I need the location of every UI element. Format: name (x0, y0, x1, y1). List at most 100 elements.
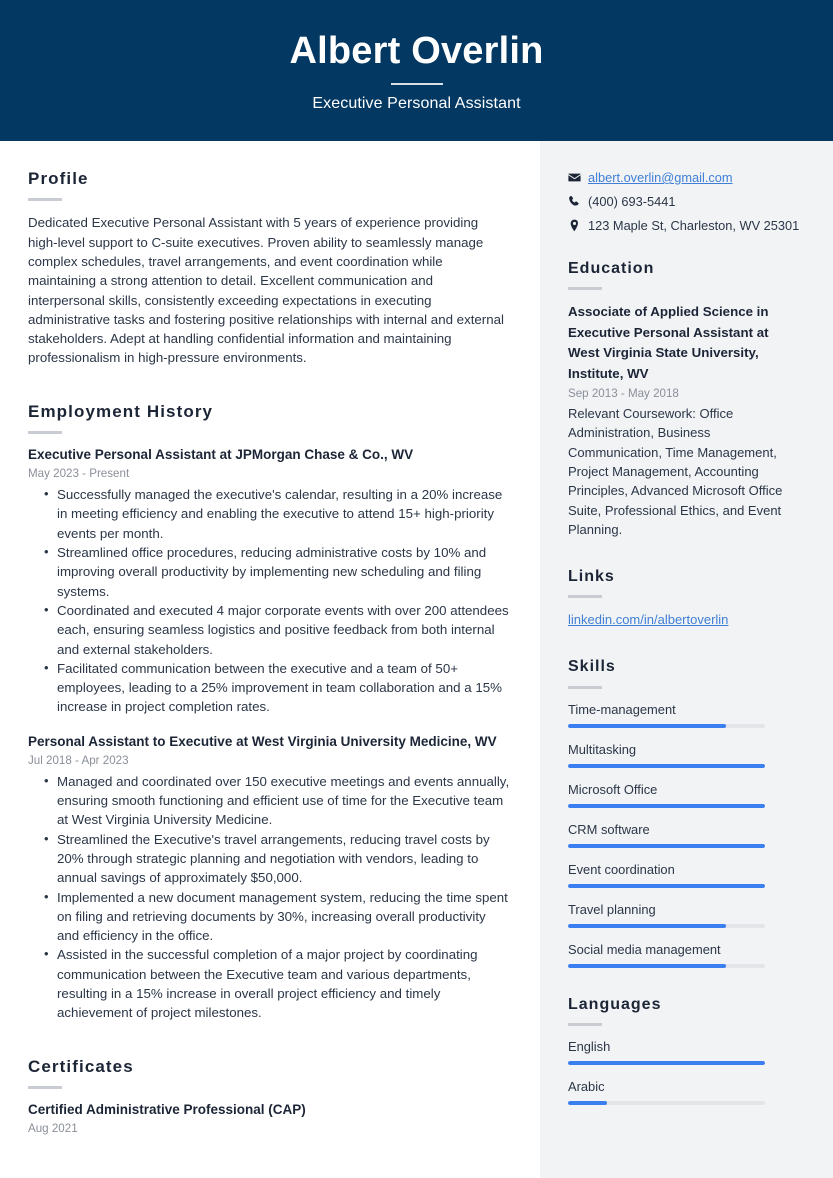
skill-bar-fill (568, 843, 765, 848)
language-bar-fill (568, 1100, 608, 1105)
employment-entry-title: Personal Assistant to Executive at West … (28, 733, 497, 749)
skills-heading: Skills (568, 658, 616, 676)
location-pin-icon (568, 217, 588, 232)
address-text: 123 Maple St, Charleston, WV 25301 (588, 218, 800, 233)
email-link[interactable]: albert.overlin@gmail.com (588, 169, 733, 187)
heading-divider (568, 287, 602, 291)
employment-entry-date: May 2023 - Present (28, 467, 130, 481)
language-item: Arabic (568, 1078, 803, 1105)
language-label: English (568, 1038, 611, 1054)
education-description: Relevant Coursework: Office Administrati… (568, 406, 783, 537)
heading-divider (28, 1085, 62, 1089)
link-item-linkedin[interactable]: linkedin.com/in/albertoverlin (568, 610, 803, 629)
candidate-name: Albert Overlin (289, 30, 544, 73)
employment-entry-title: Executive Personal Assistant at JPMorgan… (28, 447, 414, 463)
skill-bar-fill (568, 883, 765, 888)
skill-bar-track (568, 923, 765, 928)
resume-header: Albert Overlin Executive Personal Assist… (0, 0, 833, 141)
contact-row-email: albert.overlin@gmail.com (568, 169, 803, 187)
list-item: Streamlined the Executive's travel arran… (44, 829, 510, 888)
heading-divider (568, 595, 602, 599)
skill-label: Multitasking (568, 741, 637, 757)
sidebar-column: albert.overlin@gmail.com (400) 693-5441 (540, 141, 833, 1178)
section-links: Links linkedin.com/in/albertoverlin (568, 567, 803, 629)
languages-heading: Languages (568, 995, 662, 1013)
skill-bar-fill (568, 803, 765, 808)
skill-item: Social media management (568, 941, 803, 968)
section-profile: Profile Dedicated Executive Personal Ass… (28, 169, 510, 368)
skill-bar-track (568, 963, 765, 968)
section-certificates: Certificates Certified Administrative Pr… (28, 1057, 510, 1137)
list-item: Facilitated communication between the ex… (44, 658, 510, 717)
language-bar-fill (568, 1060, 765, 1065)
profile-text: Dedicated Executive Personal Assistant w… (28, 215, 504, 366)
list-item: Streamlined office procedures, reducing … (44, 542, 510, 601)
resume-document: Albert Overlin Executive Personal Assist… (0, 0, 833, 1178)
contact-row-phone: (400) 693-5441 (568, 193, 803, 211)
skill-label: Event coordination (568, 861, 675, 877)
education-date: Sep 2013 - May 2018 (568, 387, 679, 401)
phone-number: (400) 693-5441 (588, 194, 676, 209)
employment-entry-bullets: Managed and coordinated over 150 executi… (28, 771, 510, 1023)
links-heading: Links (568, 568, 615, 586)
education-heading: Education (568, 260, 655, 277)
language-label: Arabic (568, 1078, 605, 1094)
section-languages: Languages English Arabic (568, 995, 803, 1105)
skill-bar-track (568, 803, 765, 808)
heading-divider (28, 198, 62, 202)
list-item: Implemented a new document management sy… (44, 887, 510, 946)
employment-entry: Executive Personal Assistant at JPMorgan… (28, 446, 510, 717)
profile-heading: Profile (28, 169, 89, 188)
employment-entry-bullets: Successfully managed the executive's cal… (28, 484, 510, 717)
skill-item: Microsoft Office (568, 781, 803, 808)
skill-bar-fill (568, 723, 726, 728)
skill-label: Social media management (568, 941, 721, 957)
list-item: Assisted in the successful completion of… (44, 944, 510, 1022)
heading-divider (28, 431, 62, 435)
skill-bar-track (568, 843, 765, 848)
skill-bar-fill (568, 763, 765, 768)
skill-item: Travel planning (568, 901, 803, 928)
links-list: linkedin.com/in/albertoverlin (568, 610, 803, 629)
skill-bar-track (568, 763, 765, 768)
skill-label: Microsoft Office (568, 781, 658, 797)
education-degree: Associate of Applied Science in Executiv… (568, 304, 769, 381)
language-item: English (568, 1038, 803, 1065)
candidate-job-title: Executive Personal Assistant (312, 94, 521, 112)
phone-icon (568, 193, 588, 208)
certificate-entry: Certified Administrative Professional (C… (28, 1101, 510, 1137)
skill-label: Travel planning (568, 901, 656, 917)
employment-heading: Employment History (28, 401, 214, 421)
skill-bar-fill (568, 963, 726, 968)
skill-item: CRM software (568, 821, 803, 848)
skill-item: Event coordination (568, 861, 803, 888)
section-employment-history: Employment History Executive Personal As… (28, 402, 510, 1023)
skill-item: Multitasking (568, 741, 803, 768)
heading-divider (568, 1022, 602, 1026)
list-item: Coordinated and executed 4 major corpora… (44, 600, 510, 659)
certificate-title: Certified Administrative Professional (C… (28, 1101, 306, 1117)
language-bar-track (568, 1060, 765, 1065)
contact-list: albert.overlin@gmail.com (400) 693-5441 (568, 169, 803, 235)
envelope-icon (568, 169, 588, 184)
section-education: Education Associate of Applied Science i… (568, 259, 803, 539)
certificates-heading: Certificates (28, 1056, 134, 1076)
skill-bar-track (568, 723, 765, 728)
resume-body: Profile Dedicated Executive Personal Ass… (0, 141, 833, 1178)
list-item: Successfully managed the executive's cal… (44, 484, 510, 543)
skill-label: CRM software (568, 821, 650, 837)
language-bar-track (568, 1100, 765, 1105)
list-item: Managed and coordinated over 150 executi… (44, 771, 510, 830)
main-column: Profile Dedicated Executive Personal Ass… (0, 141, 540, 1178)
skill-bar-fill (568, 923, 726, 928)
employment-entry-date: Jul 2018 - Apr 2023 (28, 753, 129, 767)
contact-row-address: 123 Maple St, Charleston, WV 25301 (568, 217, 803, 235)
employment-entry: Personal Assistant to Executive at West … (28, 733, 510, 1023)
certificate-date: Aug 2021 (28, 1121, 78, 1135)
skill-bar-track (568, 883, 765, 888)
